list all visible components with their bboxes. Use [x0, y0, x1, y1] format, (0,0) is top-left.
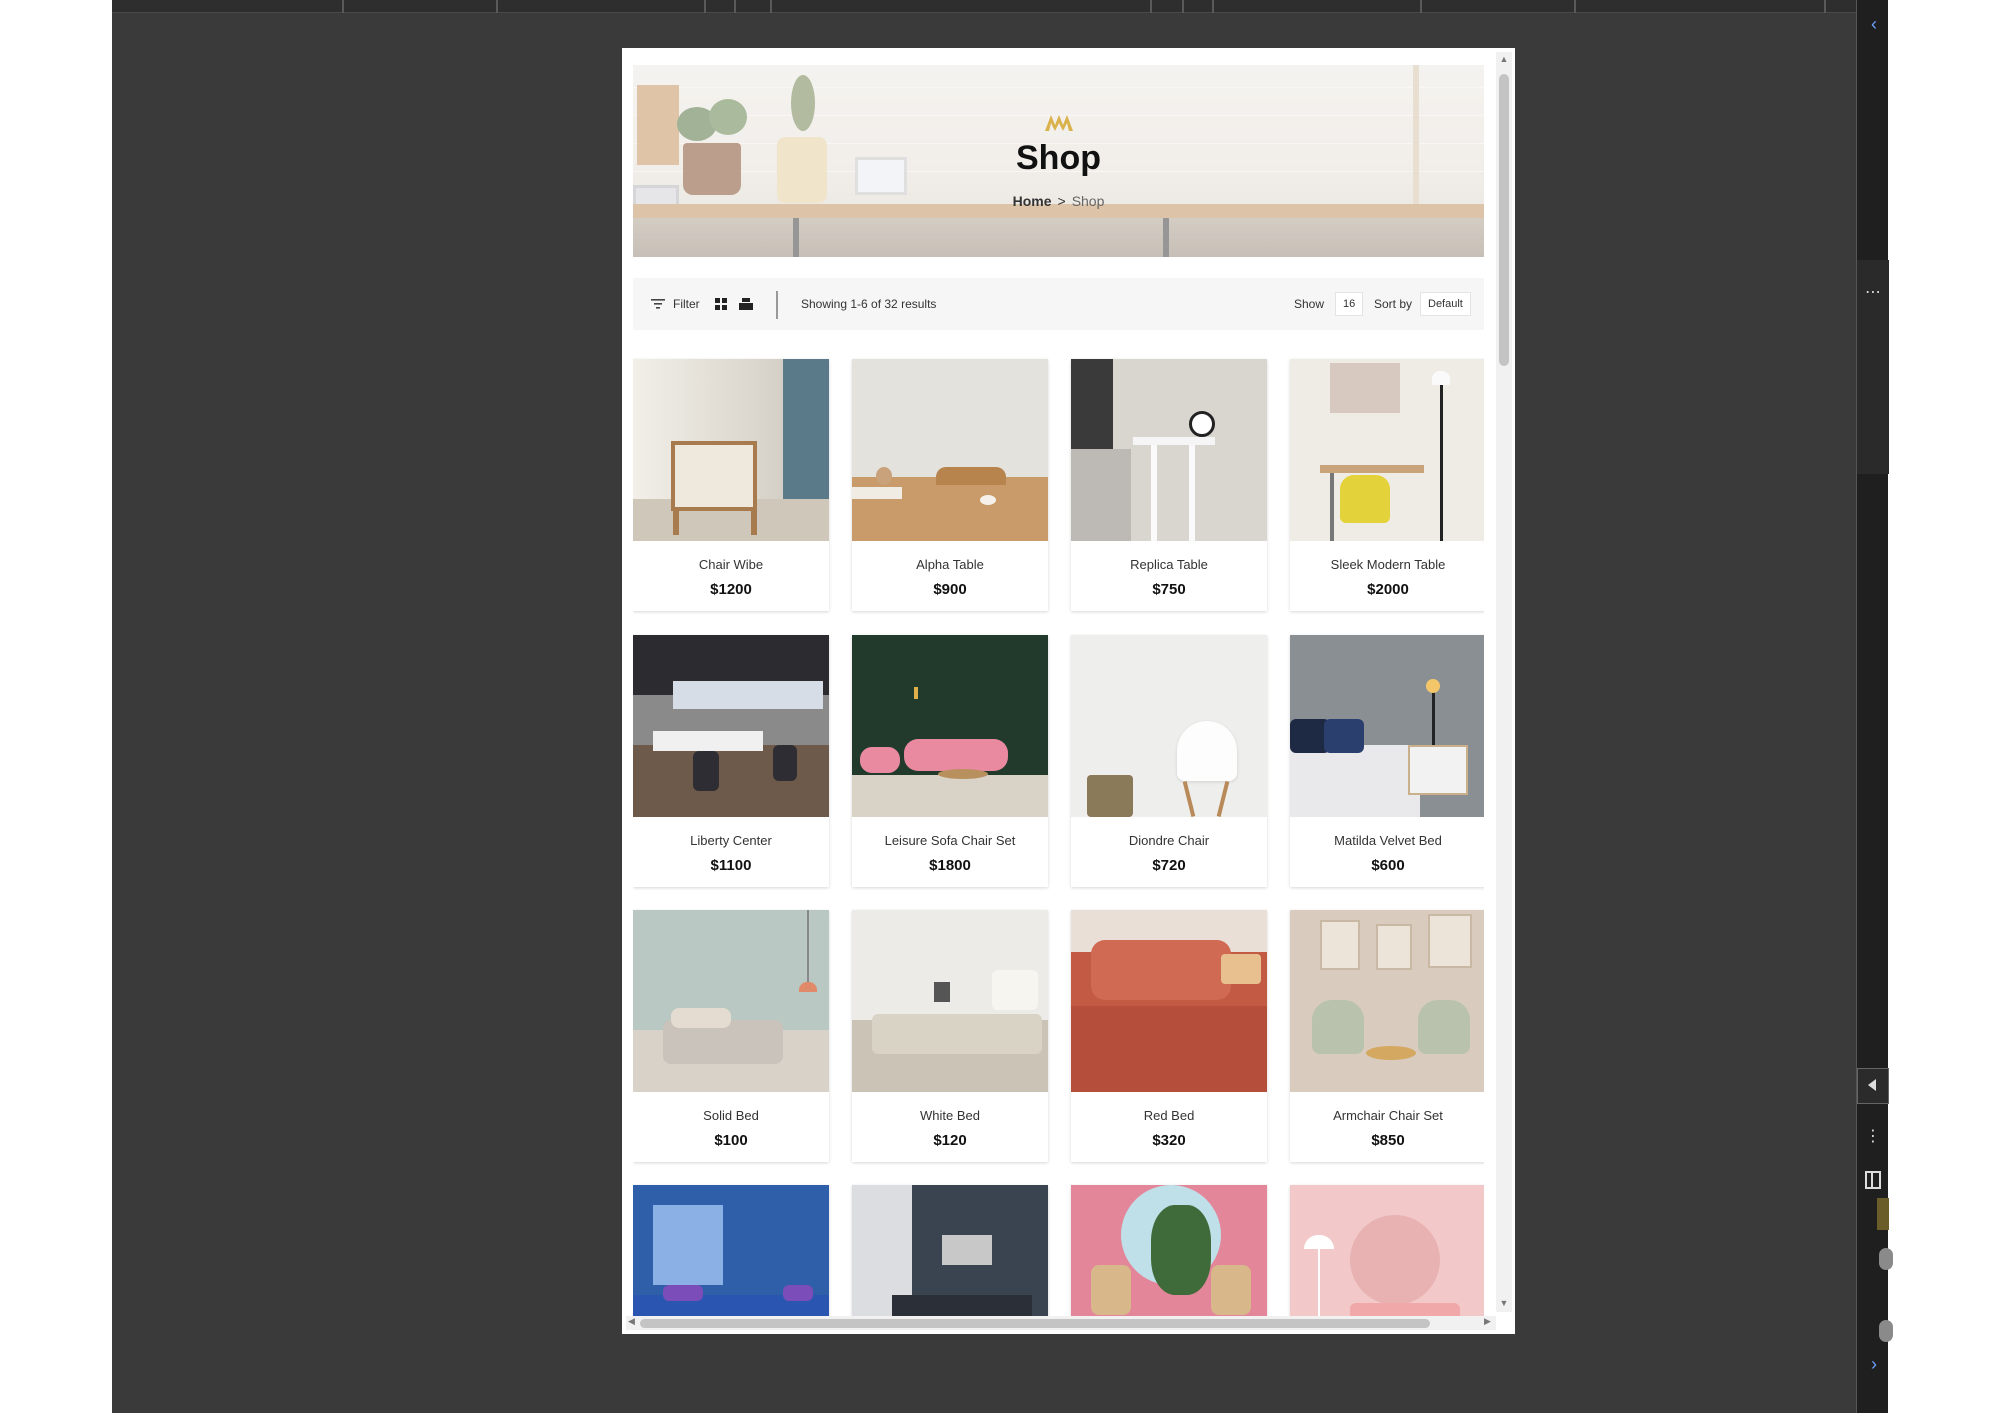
filter-button[interactable]: Filter — [651, 278, 700, 330]
product-card[interactable] — [633, 1185, 829, 1318]
product-name[interactable]: Liberty Center — [633, 833, 829, 848]
product-image — [1290, 635, 1484, 817]
horizontal-scrollbar[interactable]: ◀ ▶ — [626, 1316, 1496, 1330]
vertical-scroll-thumb[interactable] — [1499, 74, 1509, 366]
product-image — [633, 635, 829, 817]
editor-canvas: ⋯ ⋮ › ‹ Shop Home > Shop Filter Showing … — [112, 0, 1893, 1413]
vertical-scrollbar[interactable]: ▲ ▼ — [1496, 52, 1512, 1312]
product-image — [852, 635, 1048, 817]
product-card[interactable]: Replica Table $750 — [1071, 359, 1267, 611]
sort-label: Sort by — [1374, 297, 1413, 311]
hero-banner: Shop Home > Shop — [633, 65, 1484, 257]
product-name[interactable]: Chair Wibe — [633, 557, 829, 572]
horizontal-scroll-thumb[interactable] — [640, 1319, 1430, 1328]
scroll-right-icon[interactable]: ▶ — [1484, 1316, 1491, 1327]
product-price: $850 — [1371, 1132, 1405, 1149]
product-name[interactable]: White Bed — [852, 1108, 1048, 1123]
product-image — [852, 1185, 1048, 1318]
breadcrumb-home-link[interactable]: Home — [1013, 193, 1052, 209]
scroll-up-icon[interactable]: ▲ — [1496, 54, 1512, 64]
breadcrumb-current: Shop — [1071, 193, 1105, 209]
product-name[interactable]: Sleek Modern Table — [1290, 557, 1484, 572]
product-card[interactable]: White Bed $120 — [852, 910, 1048, 1162]
product-image — [633, 1185, 829, 1318]
product-image — [1290, 1185, 1484, 1318]
show-label: Show — [1294, 297, 1325, 311]
product-image — [1290, 359, 1484, 541]
product-price: $100 — [714, 1132, 748, 1149]
grid-view-button[interactable] — [715, 278, 727, 330]
breadcrumb: Home > Shop — [633, 193, 1484, 209]
toolbar-divider — [776, 291, 778, 319]
caret-left-icon — [1868, 1079, 1876, 1091]
shop-page: Shop Home > Shop Filter Showing 1-6 of 3… — [633, 65, 1484, 1318]
product-card[interactable]: Alpha Table $900 — [852, 359, 1048, 611]
product-name[interactable]: Leisure Sofa Chair Set — [852, 833, 1048, 848]
status-dot-icon — [1879, 1248, 1893, 1270]
product-card[interactable] — [1290, 1185, 1484, 1318]
product-card[interactable]: Diondre Chair $720 — [1071, 635, 1267, 887]
product-name[interactable]: Replica Table — [1071, 557, 1267, 572]
chevron-left-icon[interactable]: ‹ — [1871, 14, 1877, 35]
product-image — [1071, 910, 1267, 1092]
product-image — [852, 910, 1048, 1092]
product-image — [1071, 635, 1267, 817]
results-count: Showing 1-6 of 32 results — [801, 297, 937, 311]
product-image — [633, 910, 829, 1092]
product-name[interactable]: Matilda Velvet Bed — [1290, 833, 1484, 848]
product-image — [1071, 1185, 1267, 1318]
product-price: $2000 — [1367, 581, 1409, 598]
scroll-down-icon[interactable]: ▼ — [1496, 1298, 1512, 1308]
filter-icon — [651, 299, 665, 309]
product-price: $1200 — [710, 581, 752, 598]
scroll-left-icon[interactable]: ◀ — [628, 1316, 635, 1327]
panel-layout-icon[interactable] — [1857, 1164, 1889, 1196]
product-card[interactable]: Armchair Chair Set $850 — [1290, 910, 1484, 1162]
product-card[interactable]: Liberty Center $1100 — [633, 635, 829, 887]
product-card[interactable]: Leisure Sofa Chair Set $1800 — [852, 635, 1048, 887]
product-price: $1800 — [929, 857, 971, 874]
more-options-icon[interactable]: ⋯ — [1857, 276, 1889, 308]
chevron-right-icon[interactable]: › — [1871, 1354, 1877, 1375]
product-price: $1100 — [710, 857, 752, 874]
sort-select[interactable]: Default — [1420, 292, 1471, 316]
product-price: $750 — [1152, 581, 1186, 598]
top-ruler — [112, 0, 1888, 13]
product-image — [1290, 910, 1484, 1092]
right-side-panel: ⋯ ⋮ › ‹ — [1856, 0, 1893, 1413]
product-price: $720 — [1152, 857, 1186, 874]
device-preview: Shop Home > Shop Filter Showing 1-6 of 3… — [622, 48, 1515, 1334]
product-card[interactable] — [1071, 1185, 1267, 1318]
product-name[interactable]: Alpha Table — [852, 557, 1048, 572]
status-dot-icon — [1879, 1320, 1893, 1342]
product-card[interactable]: Sleek Modern Table $2000 — [1290, 359, 1484, 611]
collapse-panel-button[interactable] — [1857, 1068, 1889, 1104]
grid-view-icon — [715, 298, 727, 310]
filter-label: Filter — [673, 297, 700, 311]
product-card[interactable]: Solid Bed $100 — [633, 910, 829, 1162]
product-name[interactable]: Diondre Chair — [1071, 833, 1267, 848]
product-price: $120 — [933, 1132, 967, 1149]
product-card[interactable] — [852, 1185, 1048, 1318]
list-view-icon — [739, 298, 753, 310]
product-name[interactable]: Red Bed — [1071, 1108, 1267, 1123]
brand-logo-icon — [1045, 115, 1073, 131]
product-price: $900 — [933, 581, 967, 598]
product-image — [633, 359, 829, 541]
shop-toolbar: Filter Showing 1-6 of 32 results Show 16… — [633, 278, 1484, 330]
list-view-button[interactable] — [739, 278, 753, 330]
page-title: Shop — [1016, 139, 1101, 177]
product-price: $320 — [1152, 1132, 1186, 1149]
drag-handle-icon[interactable]: ⋮ — [1857, 1120, 1889, 1152]
show-count-select[interactable]: 16 — [1335, 292, 1364, 316]
product-name[interactable]: Solid Bed — [633, 1108, 829, 1123]
product-card[interactable]: Red Bed $320 — [1071, 910, 1267, 1162]
product-image — [852, 359, 1048, 541]
product-card[interactable]: Chair Wibe $1200 — [633, 359, 829, 611]
product-image — [1071, 359, 1267, 541]
product-price: $600 — [1371, 857, 1405, 874]
breadcrumb-separator: > — [1057, 193, 1066, 209]
product-card[interactable]: Matilda Velvet Bed $600 — [1290, 635, 1484, 887]
product-name[interactable]: Armchair Chair Set — [1290, 1108, 1484, 1123]
